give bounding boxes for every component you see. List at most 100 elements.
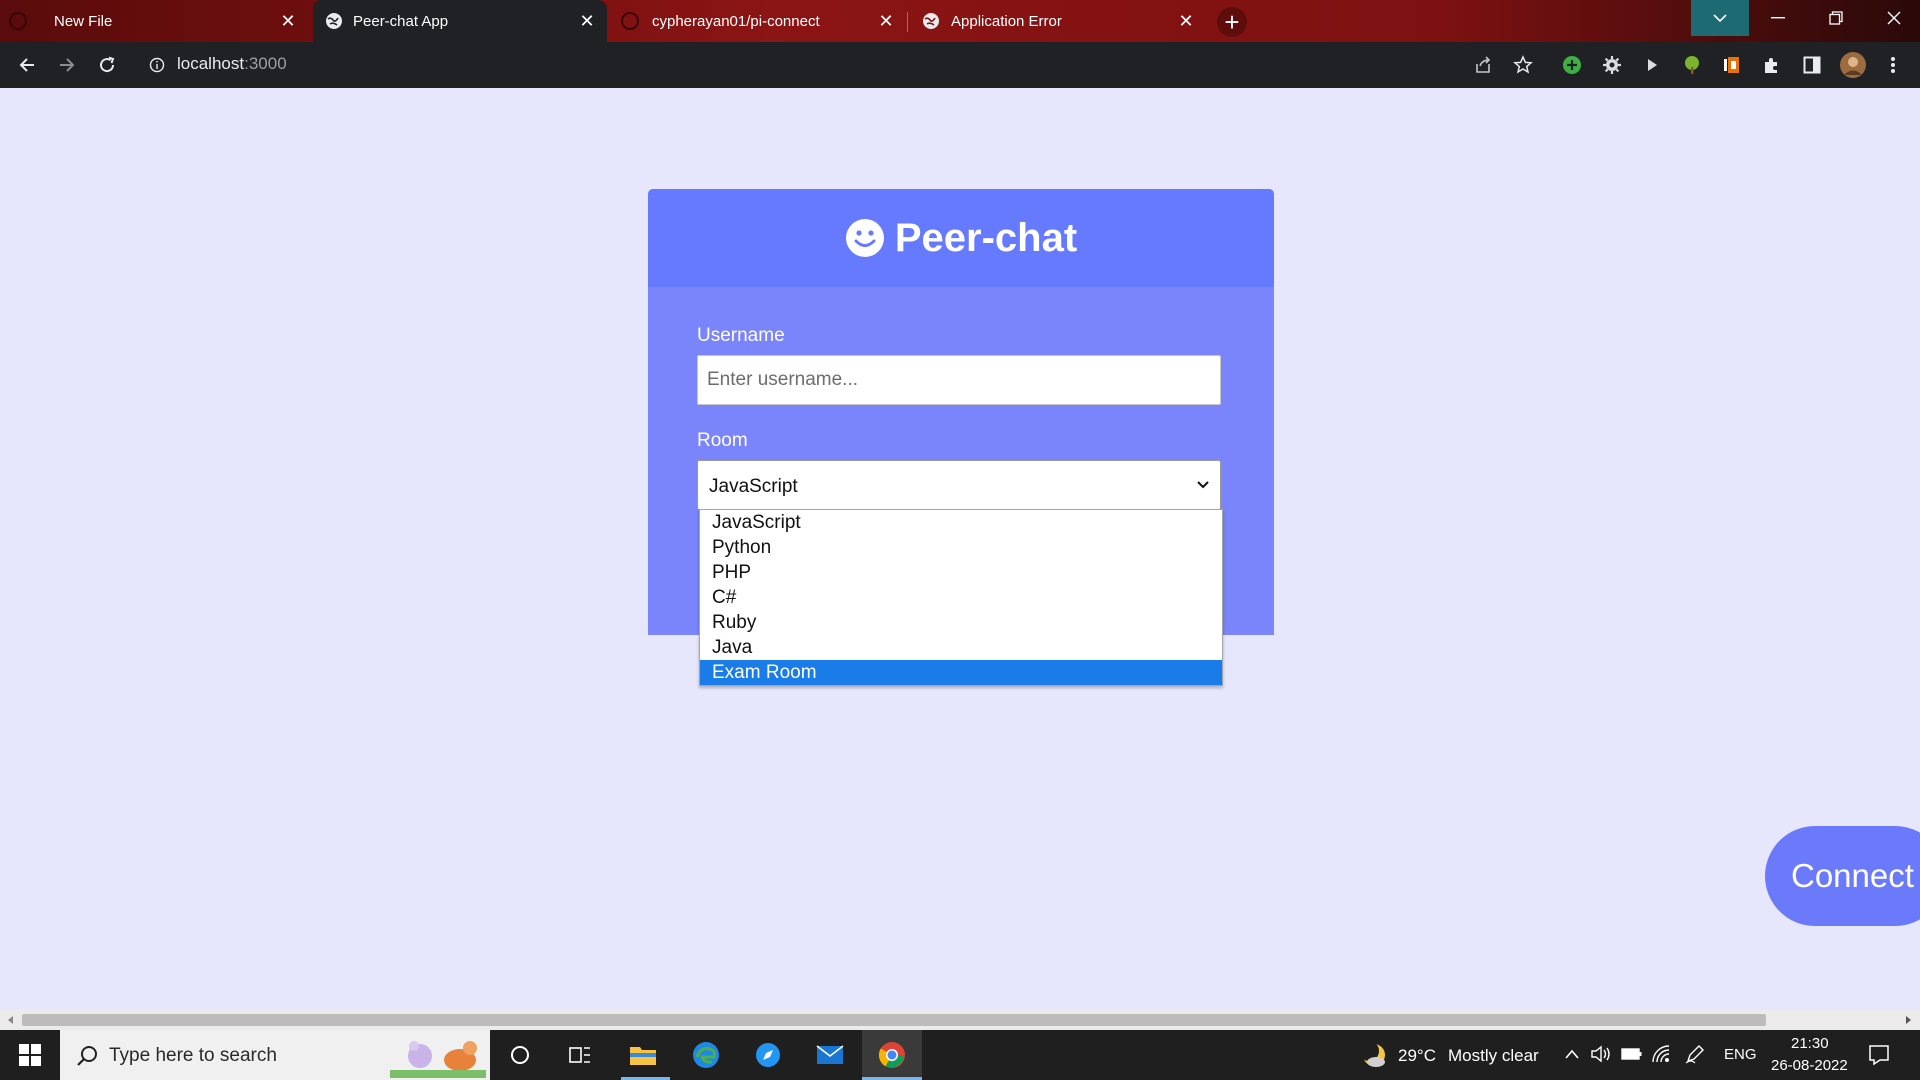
file-explorer-button[interactable] bbox=[619, 1030, 667, 1080]
start-button[interactable] bbox=[0, 1030, 60, 1080]
scroll-left-arrow-icon[interactable] bbox=[8, 1016, 13, 1024]
github-icon bbox=[621, 12, 639, 30]
info-icon bbox=[149, 57, 165, 73]
tab-title: New File bbox=[54, 13, 113, 30]
tab-pi-connect[interactable]: cypherayan01/pi-connect ✕ bbox=[612, 0, 906, 42]
reload-button[interactable] bbox=[94, 52, 120, 78]
room-option[interactable]: Ruby bbox=[700, 610, 1222, 635]
tab-new-file[interactable]: New File ✕ bbox=[0, 0, 308, 42]
room-select[interactable]: JavaScript bbox=[697, 460, 1221, 510]
tab-search-button[interactable] bbox=[1691, 0, 1749, 36]
github-icon bbox=[9, 12, 27, 30]
browser-menu-button[interactable] bbox=[1880, 52, 1906, 78]
close-tab-icon[interactable]: ✕ bbox=[577, 11, 597, 31]
extension-lighthouse-button[interactable] bbox=[1719, 52, 1745, 78]
brand: Peer-chat bbox=[845, 216, 1077, 261]
weather-temp[interactable]: 29°C bbox=[1398, 1046, 1436, 1066]
card-header: Peer-chat bbox=[648, 189, 1274, 287]
room-option[interactable]: C# bbox=[700, 585, 1222, 610]
tab-title: Application Error bbox=[951, 13, 1062, 30]
extension-green-button[interactable] bbox=[1559, 52, 1585, 78]
room-option[interactable]: Python bbox=[700, 535, 1222, 560]
lighthouse-icon bbox=[1724, 57, 1739, 73]
room-select-value: JavaScript bbox=[709, 476, 798, 497]
forward-button[interactable] bbox=[54, 52, 80, 78]
username-input[interactable] bbox=[697, 355, 1221, 405]
scroll-right-arrow-icon[interactable] bbox=[1906, 1016, 1911, 1024]
share-icon bbox=[1476, 56, 1491, 73]
minimize-button[interactable] bbox=[1749, 0, 1807, 36]
side-panel-button[interactable] bbox=[1799, 52, 1825, 78]
back-arrow-icon bbox=[19, 58, 34, 72]
cortana-icon bbox=[511, 1046, 529, 1064]
brand-title: Peer-chat bbox=[894, 215, 1078, 260]
site-info-button[interactable] bbox=[144, 52, 170, 78]
taskbar-search[interactable]: Type here to search bbox=[60, 1030, 490, 1080]
pen-icon[interactable] bbox=[1685, 1044, 1705, 1064]
chevron-up-icon[interactable] bbox=[1564, 1048, 1580, 1060]
profile-avatar[interactable] bbox=[1840, 52, 1866, 78]
username-label: Username bbox=[697, 325, 785, 346]
horizontal-scrollbar[interactable] bbox=[0, 1010, 1920, 1030]
star-icon bbox=[1513, 55, 1533, 74]
share-button[interactable] bbox=[1470, 52, 1496, 78]
room-option[interactable]: PHP bbox=[700, 560, 1222, 585]
search-icon bbox=[77, 1046, 97, 1066]
new-tab-button[interactable]: + bbox=[1217, 7, 1247, 37]
close-icon bbox=[1887, 11, 1901, 25]
weather-desc[interactable]: Mostly clear bbox=[1448, 1046, 1539, 1066]
extension-play-button[interactable] bbox=[1639, 52, 1665, 78]
close-window-button[interactable] bbox=[1865, 0, 1920, 36]
extension-settings-button[interactable] bbox=[1599, 52, 1625, 78]
windows-logo-icon bbox=[19, 1044, 41, 1066]
back-button[interactable] bbox=[14, 52, 40, 78]
side-panel-icon bbox=[1803, 56, 1821, 74]
clock-time[interactable]: 21:30 bbox=[1791, 1035, 1829, 1052]
avatar-icon bbox=[1840, 52, 1866, 78]
chrome-button[interactable] bbox=[862, 1030, 922, 1080]
connect-button[interactable]: Connect bbox=[1765, 826, 1920, 926]
puzzle-icon bbox=[1765, 58, 1777, 73]
address-bar[interactable]: localhost:3000 bbox=[177, 54, 287, 74]
close-tab-icon[interactable]: ✕ bbox=[1176, 11, 1196, 31]
room-option-highlighted[interactable]: Exam Room bbox=[700, 660, 1222, 685]
wifi-icon[interactable] bbox=[1651, 1044, 1671, 1064]
battery-icon[interactable] bbox=[1621, 1047, 1643, 1061]
room-label: Room bbox=[697, 430, 748, 451]
tab-divider bbox=[907, 12, 908, 32]
tab-application-error[interactable]: Application Error ✕ bbox=[910, 0, 1206, 42]
tree-icon bbox=[1685, 56, 1699, 74]
globe-icon bbox=[326, 13, 342, 29]
close-tab-icon[interactable]: ✕ bbox=[876, 11, 896, 31]
clock-date[interactable]: 26-08-2022 bbox=[1771, 1057, 1848, 1074]
forward-arrow-icon bbox=[60, 58, 75, 72]
edge-button[interactable] bbox=[682, 1030, 730, 1080]
language-indicator[interactable]: ENG bbox=[1724, 1046, 1757, 1063]
restore-button[interactable] bbox=[1807, 0, 1865, 36]
close-tab-icon[interactable]: ✕ bbox=[278, 11, 298, 31]
play-icon bbox=[1648, 59, 1657, 71]
scrollbar-thumb[interactable] bbox=[22, 1014, 1766, 1026]
task-view-icon bbox=[569, 1047, 590, 1063]
edge-icon bbox=[693, 1042, 719, 1068]
task-view-button[interactable] bbox=[556, 1030, 604, 1080]
chrome-icon bbox=[878, 1042, 905, 1068]
extension-tree-button[interactable] bbox=[1679, 52, 1705, 78]
more-vertical-icon bbox=[1891, 57, 1895, 73]
volume-icon[interactable] bbox=[1590, 1045, 1612, 1063]
cortana-button[interactable] bbox=[496, 1030, 544, 1080]
bookmark-button[interactable] bbox=[1510, 52, 1536, 78]
mail-button[interactable] bbox=[806, 1030, 854, 1080]
url-host: localhost bbox=[177, 54, 245, 73]
room-option[interactable]: JavaScript bbox=[700, 510, 1222, 535]
room-option[interactable]: Java bbox=[700, 635, 1222, 660]
windows-taskbar: Type here to search 29°C Mostly clear EN… bbox=[0, 1030, 1920, 1080]
reload-icon bbox=[100, 56, 115, 73]
tab-title: Peer-chat App bbox=[353, 13, 449, 30]
extensions-button[interactable] bbox=[1759, 52, 1785, 78]
safari-button[interactable] bbox=[744, 1030, 792, 1080]
room-options-list: JavaScript Python PHP C# Ruby Java Exam … bbox=[699, 509, 1223, 686]
notification-icon[interactable] bbox=[1868, 1044, 1890, 1066]
tab-peer-chat[interactable]: Peer-chat App ✕ bbox=[313, 0, 607, 42]
smiley-icon bbox=[845, 219, 884, 257]
